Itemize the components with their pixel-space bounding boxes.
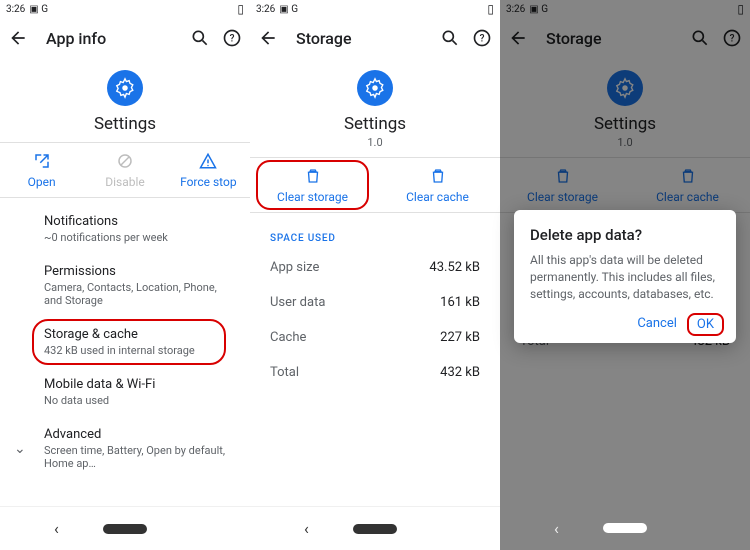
- row-user-data: User data161 kB: [250, 285, 500, 320]
- help-icon[interactable]: ?: [472, 28, 492, 48]
- gesture-nav[interactable]: ‹: [500, 506, 750, 550]
- status-time: 3:26: [256, 4, 275, 15]
- open-action[interactable]: Open: [0, 143, 83, 197]
- app-bar: Storage ?: [250, 18, 500, 58]
- help-icon[interactable]: ?: [222, 28, 242, 48]
- item-title: Advanced: [44, 427, 234, 442]
- item-sub: 432 kB used in internal storage: [44, 344, 234, 357]
- item-title: Notifications: [44, 214, 234, 229]
- action-row: Open Disable Force stop: [0, 142, 250, 198]
- app-name: Settings: [94, 114, 156, 134]
- gear-icon: [107, 70, 143, 106]
- dialog-title: Delete app data?: [530, 226, 720, 244]
- status-icons: ▣ G: [279, 4, 298, 15]
- item-sub: Screen time, Battery, Open by default, H…: [44, 444, 234, 470]
- screen-storage: 3:26 ▣ G ▯ Storage ? Settings 1.0 Clear s…: [250, 0, 500, 550]
- row-app-size: App size43.52 kB: [250, 250, 500, 285]
- clear-storage-label: Clear storage: [277, 190, 348, 204]
- app-header: Settings: [0, 58, 250, 142]
- force-stop-action[interactable]: Force stop: [167, 143, 250, 197]
- section-header: SPACE USED: [250, 219, 500, 250]
- item-title: Mobile data & Wi-Fi: [44, 377, 234, 392]
- disable-label: Disable: [105, 175, 145, 189]
- open-label: Open: [28, 175, 56, 189]
- item-sub: No data used: [44, 394, 234, 407]
- list-item[interactable]: Permissions Camera, Contacts, Location, …: [0, 254, 250, 317]
- trash-icon: [303, 166, 323, 186]
- search-icon[interactable]: [190, 28, 210, 48]
- storage-cache-item[interactable]: Storage & cache 432 kB used in internal …: [0, 317, 250, 367]
- back-icon[interactable]: [258, 28, 278, 48]
- nav-back-icon[interactable]: ‹: [54, 519, 59, 538]
- status-time: 3:26: [6, 4, 25, 15]
- open-icon: [32, 151, 52, 171]
- status-bar: 3:26 ▣ G ▯: [0, 0, 250, 18]
- item-sub: ~0 notifications per week: [44, 231, 234, 244]
- gesture-nav[interactable]: ‹: [250, 506, 500, 550]
- item-sub: Camera, Contacts, Location, Phone, and S…: [44, 281, 234, 307]
- item-title: Permissions: [44, 264, 234, 279]
- status-bar: 3:26 ▣ G ▯: [250, 0, 500, 18]
- app-name: Settings: [344, 114, 406, 134]
- gesture-nav[interactable]: ‹: [0, 506, 250, 550]
- app-bar: App info ?: [0, 18, 250, 58]
- signal-icon: ▯: [237, 2, 244, 16]
- page-title: App info: [46, 29, 190, 48]
- nav-pill[interactable]: [353, 524, 397, 534]
- warning-icon: [198, 151, 218, 171]
- screen-app-info: 3:26 ▣ G ▯ App info ? Settings Open Disab…: [0, 0, 250, 550]
- cancel-button[interactable]: Cancel: [637, 316, 677, 333]
- force-stop-label: Force stop: [180, 175, 237, 189]
- clear-storage-action[interactable]: Clear storage: [250, 158, 375, 212]
- trash-icon: [428, 166, 448, 186]
- list-item[interactable]: Notifications ~0 notifications per week: [0, 204, 250, 254]
- settings-list: Notifications ~0 notifications per week …: [0, 198, 250, 550]
- svg-text:?: ?: [230, 33, 235, 44]
- chevron-down-icon: ⌄: [14, 441, 26, 457]
- row-cache: Cache227 kB: [250, 320, 500, 355]
- status-icons: ▣ G: [29, 4, 48, 15]
- disable-icon: [115, 151, 135, 171]
- search-icon[interactable]: [440, 28, 460, 48]
- space-used-list: SPACE USED App size43.52 kB User data161…: [250, 213, 500, 550]
- ok-button[interactable]: OK: [691, 316, 720, 333]
- app-header: Settings 1.0: [250, 58, 500, 157]
- nav-back-icon[interactable]: ‹: [304, 519, 309, 538]
- nav-pill[interactable]: [103, 524, 147, 534]
- row-total: Total432 kB: [250, 355, 500, 390]
- screen-storage-dialog: 3:26▣ G ▯ Storage ? Settings 1.0 Clear s…: [500, 0, 750, 550]
- disable-action: Disable: [83, 143, 166, 197]
- back-icon[interactable]: [8, 28, 28, 48]
- dialog-message: All this app's data will be deleted perm…: [530, 252, 720, 302]
- clear-cache-action[interactable]: Clear cache: [375, 158, 500, 212]
- advanced-item[interactable]: ⌄ Advanced Screen time, Battery, Open by…: [0, 417, 250, 480]
- action-row: Clear storage Clear cache: [250, 157, 500, 213]
- gear-icon: [357, 70, 393, 106]
- signal-icon: ▯: [487, 2, 494, 16]
- page-title: Storage: [296, 29, 440, 48]
- item-title: Storage & cache: [44, 327, 234, 342]
- app-version: 1.0: [367, 136, 382, 149]
- nav-back-icon[interactable]: ‹: [554, 519, 559, 538]
- nav-pill[interactable]: [603, 523, 647, 533]
- svg-text:?: ?: [480, 33, 485, 44]
- clear-cache-label: Clear cache: [406, 190, 469, 204]
- delete-app-data-dialog: Delete app data? All this app's data wil…: [514, 210, 736, 343]
- list-item[interactable]: Mobile data & Wi-Fi No data used: [0, 367, 250, 417]
